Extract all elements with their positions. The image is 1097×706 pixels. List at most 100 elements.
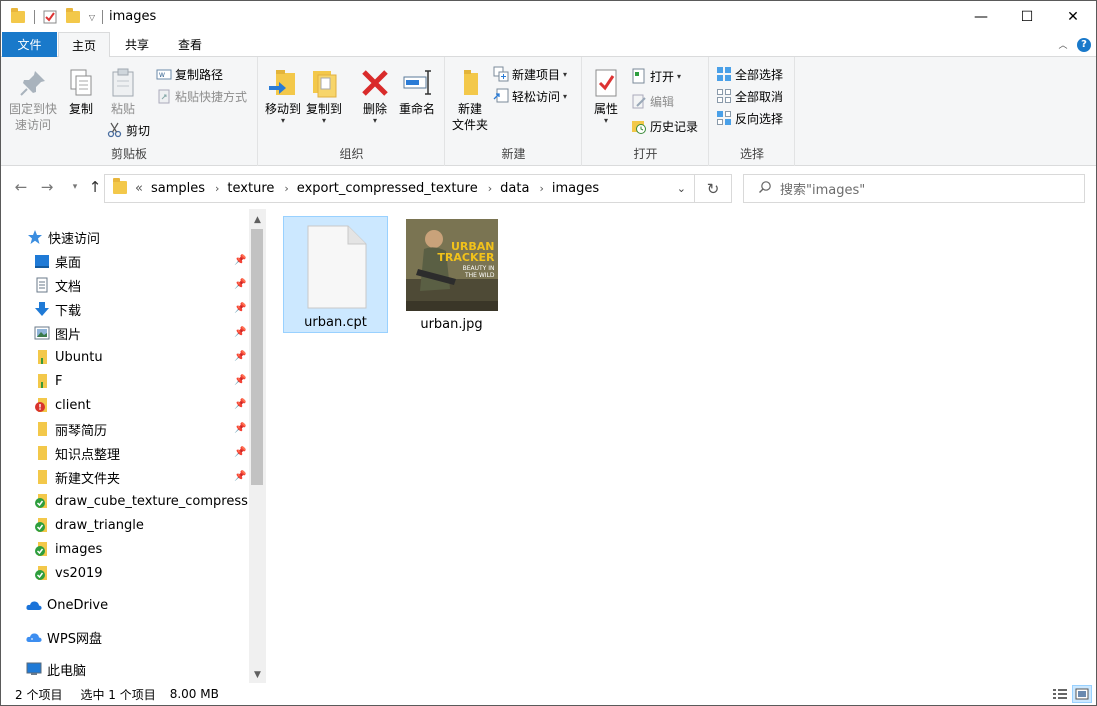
blank-file-icon	[304, 224, 368, 310]
folder-synced-icon	[34, 565, 50, 581]
nav-item-draw-triangle[interactable]: draw_triangle	[1, 513, 249, 537]
download-icon	[34, 301, 50, 317]
nav-item-images[interactable]: images	[1, 537, 249, 561]
delete-button[interactable]: 删除 ▾	[357, 67, 393, 125]
pin-icon: 📌	[234, 423, 247, 434]
open-button[interactable]: 打开 ▾	[631, 67, 681, 85]
nav-item-draw-cube-texture-compress[interactable]: draw_cube_texture_compress	[1, 489, 249, 513]
nav-item-f[interactable]: F 📌	[1, 369, 249, 393]
properties-button[interactable]: 属性 ▾	[588, 67, 624, 125]
breadcrumb-overflow[interactable]: «	[135, 181, 143, 196]
clipboard-group: 固定到快 速访问 复制 粘贴 W 复制路径 粘贴快捷方式 剪切 剪贴板	[1, 57, 258, 166]
nav-item-resume[interactable]: 丽琴简历 📌	[1, 417, 249, 441]
folder-synced-icon	[34, 493, 50, 509]
tab-home[interactable]: 主页	[58, 32, 110, 58]
forward-arrow-icon[interactable]: →	[37, 176, 57, 198]
nav-this-pc[interactable]: 此电脑	[1, 657, 249, 681]
nav-item-desktop[interactable]: 桌面 📌	[1, 249, 249, 273]
nav-item-pictures[interactable]: 图片 📌	[1, 321, 249, 345]
file-item[interactable]: urban.cpt	[283, 216, 388, 333]
up-arrow-icon[interactable]: ↑	[85, 176, 105, 198]
copy-path-button[interactable]: W 复制路径	[156, 65, 223, 83]
select-group: 全部选择 全部取消 反向选择 选择	[710, 57, 795, 166]
help-icon[interactable]: ?	[1075, 32, 1093, 57]
search-input[interactable]: 搜索"images"	[743, 174, 1085, 203]
new-item-button[interactable]: 新建项目 ▾	[493, 65, 567, 83]
move-to-button[interactable]: 移动到 ▾	[263, 67, 303, 125]
refresh-icon[interactable]: ↻	[695, 174, 732, 203]
minimize-button[interactable]: —	[958, 1, 1004, 32]
nav-item-new-folder[interactable]: 新建文件夹 📌	[1, 465, 249, 489]
back-arrow-icon[interactable]: ←	[11, 176, 31, 198]
nav-onedrive[interactable]: OneDrive	[1, 593, 249, 617]
selection-count: 选中 1 个项目	[80, 687, 156, 702]
file-item[interactable]: URBAN TRACKER BEAUTY IN THE WILD urban.j…	[399, 216, 504, 333]
tab-share[interactable]: 共享	[111, 32, 163, 57]
nav-scrollbar-thumb[interactable]	[251, 229, 263, 485]
new-folder-button[interactable]: 新建 文件夹	[448, 67, 492, 133]
breadcrumb-export-compressed-texture[interactable]: export_compressed_texture	[297, 181, 478, 196]
new-folder-quick-icon[interactable]	[64, 8, 82, 26]
copy-button[interactable]: 复制	[63, 67, 99, 117]
nav-item-ubuntu[interactable]: Ubuntu 📌	[1, 345, 249, 369]
nav-item-knowledge-notes[interactable]: 知识点整理 📌	[1, 441, 249, 465]
pin-icon: 📌	[234, 399, 247, 410]
nav-item-downloads[interactable]: 下载 📌	[1, 297, 249, 321]
nav-item-client[interactable]: client 📌	[1, 393, 249, 417]
collapse-ribbon-icon[interactable]: ︿	[1055, 32, 1071, 57]
invert-selection-button[interactable]: 反向选择	[716, 109, 783, 127]
nav-scrollbar[interactable]: ▲ ▼	[249, 209, 266, 683]
breadcrumb-texture[interactable]: texture	[227, 181, 274, 196]
title-bar: ▽ images — ☐ ✕	[1, 1, 1096, 32]
new-folder-icon	[454, 67, 486, 99]
new-item-icon	[493, 66, 509, 82]
maximize-button[interactable]: ☐	[1004, 1, 1050, 32]
tab-file[interactable]: 文件	[2, 32, 57, 57]
svg-text:W: W	[159, 72, 165, 79]
paste-button[interactable]: 粘贴	[105, 67, 141, 117]
select-all-icon	[716, 66, 732, 82]
breadcrumb-data[interactable]: data	[500, 181, 529, 196]
paste-shortcut-button[interactable]: 粘贴快捷方式	[156, 87, 247, 105]
scroll-down-icon[interactable]: ▼	[249, 666, 266, 683]
folder-icon	[34, 469, 50, 485]
copy-to-button[interactable]: 复制到 ▾	[304, 67, 344, 125]
scroll-up-icon[interactable]: ▲	[249, 211, 266, 228]
select-none-button[interactable]: 全部取消	[716, 87, 783, 105]
breadcrumb-separator-icon[interactable]: ›	[284, 182, 288, 195]
select-all-button[interactable]: 全部选择	[716, 65, 783, 83]
tab-view[interactable]: 查看	[164, 32, 216, 57]
invert-selection-icon	[716, 110, 732, 126]
easy-access-button[interactable]: 轻松访问 ▾	[493, 87, 567, 105]
wps-cloud-icon	[26, 629, 42, 645]
recent-locations-chevron-icon[interactable]: ▾	[65, 176, 85, 198]
breadcrumb-separator-icon[interactable]: ›	[488, 182, 492, 195]
details-view-icon[interactable]	[1050, 685, 1070, 703]
customize-quick-access-icon[interactable]: ▽	[86, 8, 98, 26]
properties-quick-icon[interactable]	[41, 8, 59, 26]
pin-icon: 📌	[234, 255, 247, 266]
file-list[interactable]: urban.cpt URBAN TRACKER BEAUTY IN THE WI…	[267, 209, 1096, 683]
breadcrumb-separator-icon[interactable]: ›	[215, 182, 219, 195]
history-button[interactable]: 历史记录	[631, 117, 698, 135]
search-placeholder: 搜索"images"	[780, 183, 866, 198]
nav-quick-access[interactable]: 快速访问	[1, 225, 249, 249]
pin-to-quick-access-button[interactable]: 固定到快 速访问	[7, 67, 59, 133]
edit-button[interactable]: 编辑	[631, 92, 674, 110]
nav-item-documents[interactable]: 文档 📌	[1, 273, 249, 297]
nav-item-vs2019[interactable]: vs2019	[1, 561, 249, 585]
breadcrumb-images[interactable]: images	[552, 181, 599, 196]
nav-wps-drive[interactable]: WPS网盘	[1, 625, 249, 649]
large-icons-view-icon[interactable]	[1072, 685, 1092, 703]
close-button[interactable]: ✕	[1050, 1, 1096, 32]
select-none-icon	[716, 88, 732, 104]
cut-button[interactable]: 剪切	[107, 121, 150, 139]
new-group-title: 新建	[501, 147, 526, 161]
rename-button[interactable]: 重命名	[396, 67, 438, 117]
breadcrumb-samples[interactable]: samples	[151, 181, 205, 196]
address-bar[interactable]: « samples › texture › export_compressed_…	[104, 174, 695, 203]
breadcrumb-separator-icon[interactable]: ›	[539, 182, 543, 195]
address-history-chevron-icon[interactable]: ⌄	[677, 182, 686, 195]
pin-icon: 📌	[234, 351, 247, 362]
ribbon-tabs: 文件 主页 共享 查看 ︿ ?	[1, 32, 1096, 58]
